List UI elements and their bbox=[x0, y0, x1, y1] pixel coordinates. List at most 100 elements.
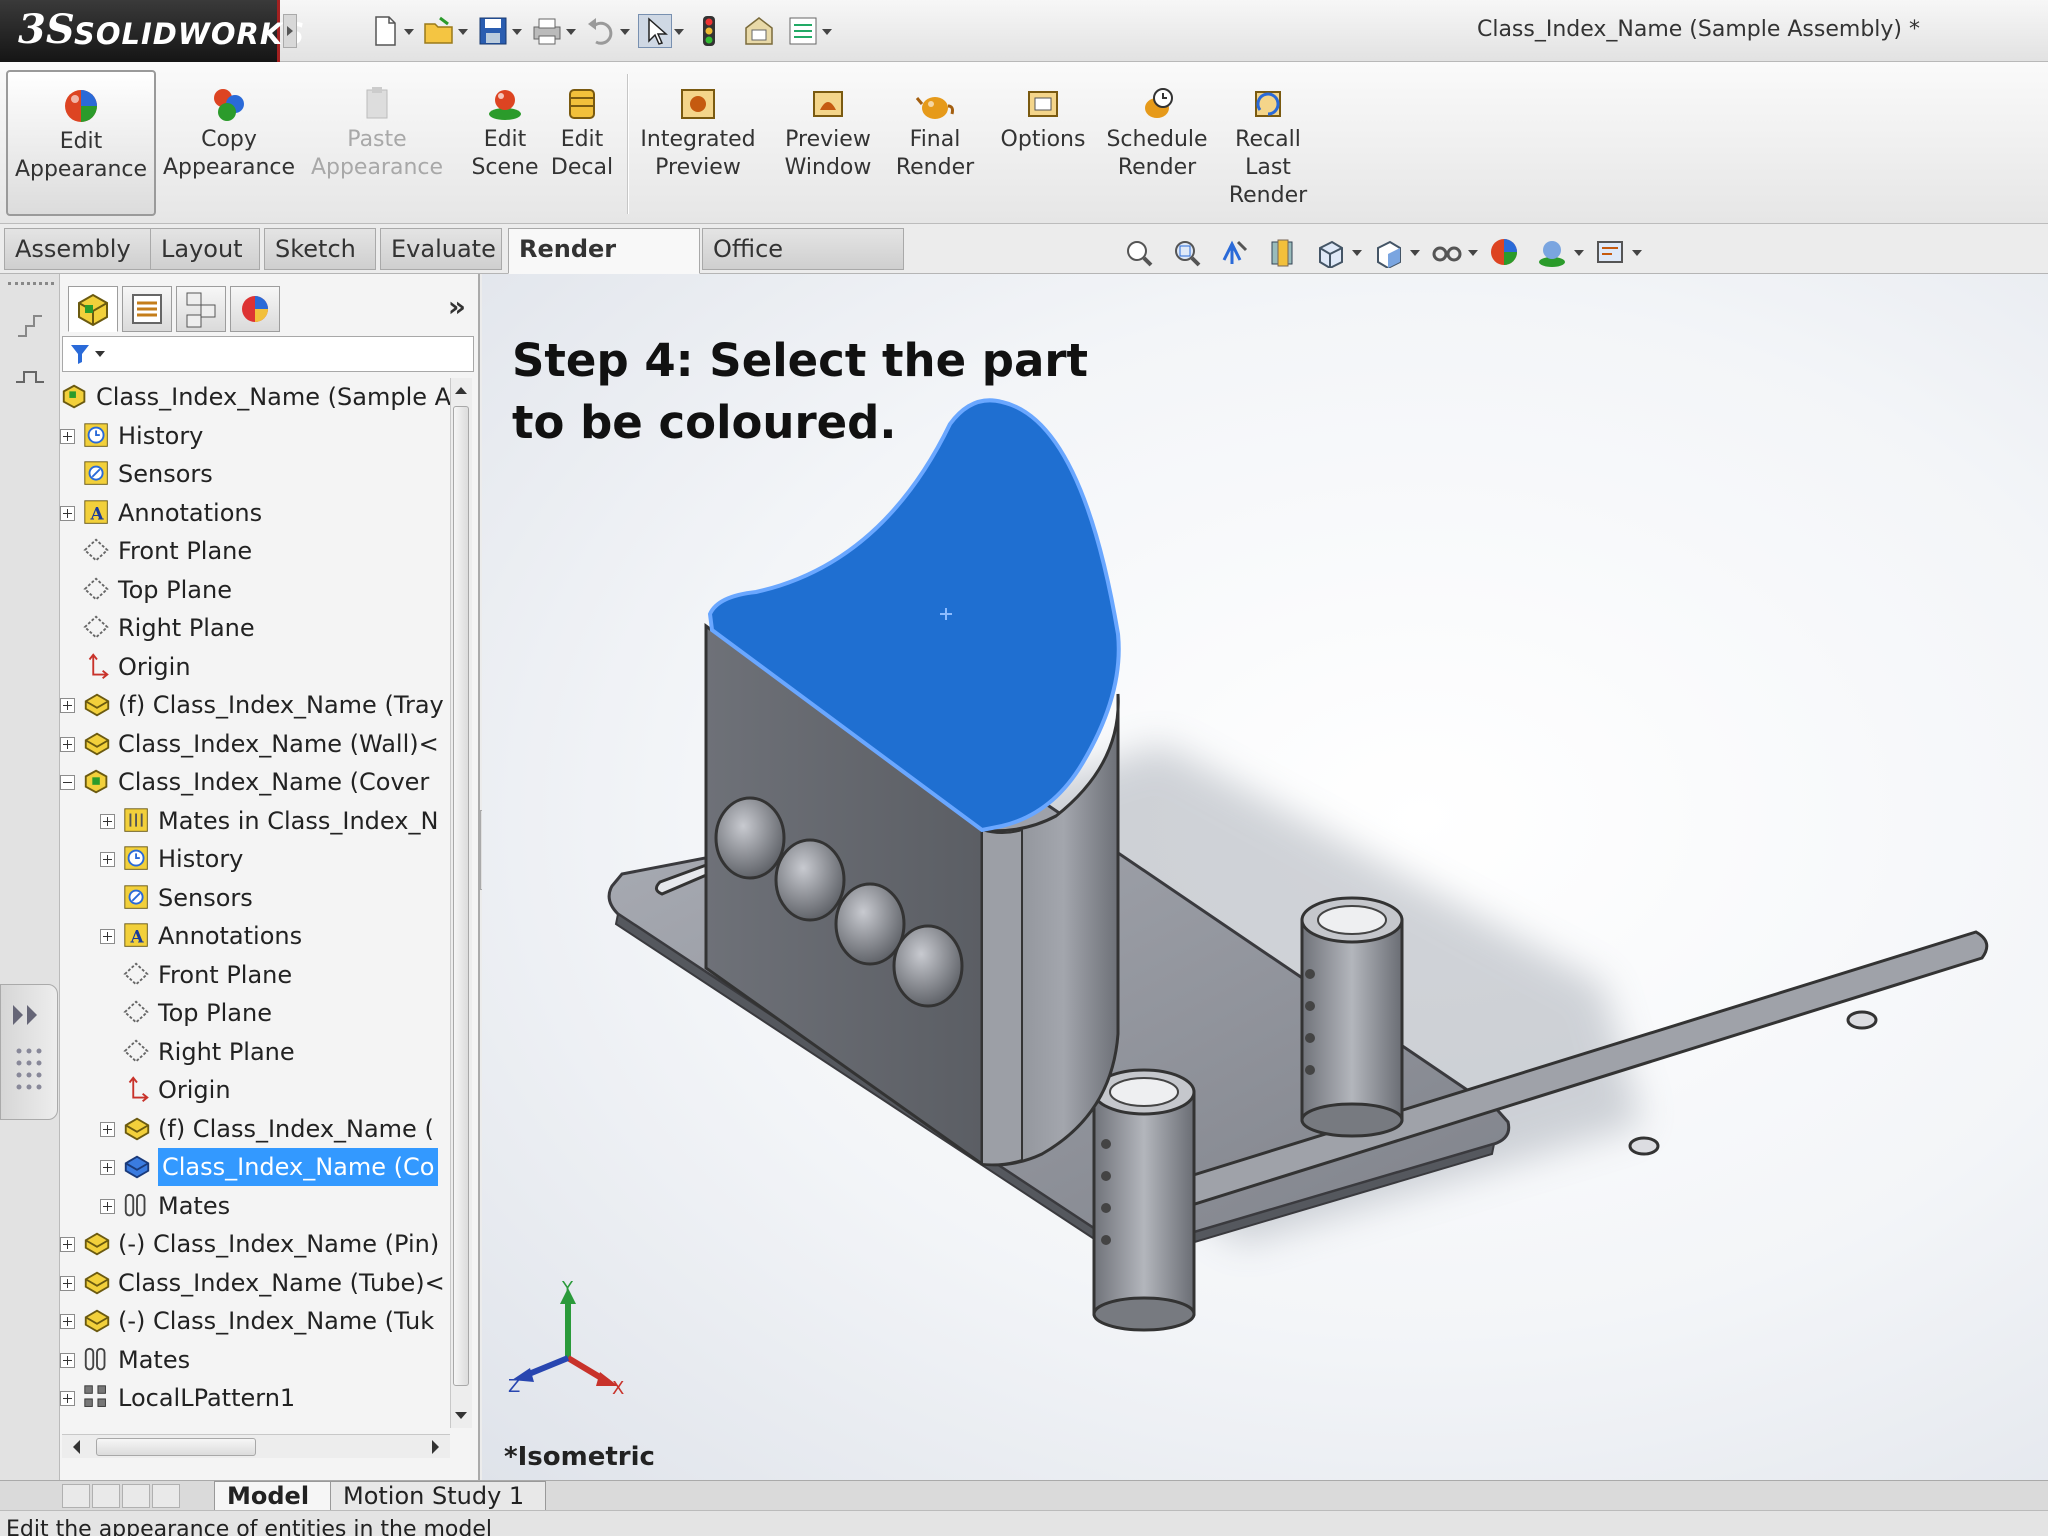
expand-icon[interactable] bbox=[60, 737, 75, 752]
tab-layout[interactable]: Layout bbox=[150, 228, 260, 270]
expand-icon[interactable] bbox=[60, 1237, 75, 1252]
edit-appearance-icon[interactable] bbox=[1488, 236, 1520, 268]
apply-scene-icon[interactable] bbox=[1536, 236, 1568, 268]
section-view-icon[interactable] bbox=[1266, 236, 1298, 268]
first-tab-icon[interactable] bbox=[62, 1484, 90, 1508]
expand-icon[interactable] bbox=[60, 429, 75, 444]
tree-item[interactable]: Top Plane bbox=[60, 571, 458, 609]
tab-assembly[interactable]: Assembly bbox=[4, 228, 154, 270]
bottom-tab-model[interactable]: Model bbox=[214, 1481, 334, 1511]
expand-icon[interactable] bbox=[60, 1353, 75, 1368]
print-icon[interactable] bbox=[530, 14, 564, 48]
zoom-to-fit-icon[interactable] bbox=[1122, 236, 1154, 268]
integrated-preview-button[interactable]: Integrated Preview bbox=[636, 70, 760, 182]
tree-filter-bar[interactable] bbox=[62, 336, 474, 372]
save-icon[interactable] bbox=[476, 14, 510, 48]
expand-icon[interactable] bbox=[100, 929, 115, 944]
tree-item[interactable]: (-) Class_Index_Name (Pin) bbox=[60, 1225, 458, 1263]
edit-appearance-button[interactable]: Edit Appearance bbox=[6, 70, 156, 216]
view-settings-dropdown[interactable] bbox=[1630, 235, 1644, 269]
tree-item[interactable]: LocalLPattern1 bbox=[60, 1379, 458, 1414]
tree-item[interactable]: Sensors bbox=[60, 879, 458, 917]
final-render-button[interactable]: Final Render bbox=[888, 70, 982, 182]
edit-decal-button[interactable]: Edit Decal bbox=[546, 70, 618, 182]
expand-icon[interactable] bbox=[60, 698, 75, 713]
options-dropdown[interactable] bbox=[820, 14, 832, 48]
next-tab-icon[interactable] bbox=[122, 1484, 150, 1508]
panel-grip[interactable] bbox=[8, 282, 54, 286]
scroll-right-icon[interactable] bbox=[426, 1436, 446, 1458]
undo-icon[interactable] bbox=[584, 14, 618, 48]
tree-item[interactable]: Front Plane bbox=[60, 532, 458, 570]
tab-evaluate[interactable]: Evaluate bbox=[380, 228, 502, 270]
view-settings-icon[interactable] bbox=[1594, 236, 1626, 268]
view-orientation-icon[interactable] bbox=[1314, 236, 1346, 270]
open-dropdown[interactable] bbox=[456, 14, 468, 48]
expand-icon[interactable] bbox=[60, 1391, 75, 1406]
tab-office-products[interactable]: Office Products bbox=[702, 228, 904, 303]
save-dropdown[interactable] bbox=[510, 14, 522, 48]
tree-item[interactable]: Class_Index_Name (Tube)< bbox=[60, 1264, 458, 1302]
schedule-render-button[interactable]: Schedule Render bbox=[1098, 70, 1216, 182]
expand-icon[interactable] bbox=[100, 1122, 115, 1137]
expand-icon[interactable] bbox=[60, 506, 75, 521]
graphics-viewport[interactable]: Y X Z Step 4: Select the part to be colo… bbox=[482, 274, 2048, 1480]
vertical-scroll-thumb[interactable] bbox=[453, 406, 469, 1386]
tree-item[interactable]: Mates in Class_Index_N bbox=[60, 802, 458, 840]
tree-item[interactable]: History bbox=[60, 417, 458, 455]
expand-icon[interactable] bbox=[60, 1276, 75, 1291]
edit-scene-button[interactable]: Edit Scene bbox=[470, 70, 540, 182]
paste-appearance-button[interactable]: Paste Appearance bbox=[310, 70, 444, 182]
assembly-model[interactable]: Y X Z bbox=[482, 274, 2048, 1480]
select-arrow-icon[interactable] bbox=[638, 14, 672, 48]
configurationmanager-icon[interactable] bbox=[176, 286, 226, 332]
panel-more-chevron-icon[interactable]: » bbox=[448, 290, 466, 323]
recall-last-render-button[interactable]: Recall Last Render bbox=[1222, 70, 1314, 210]
tree-horizontal-scrollbar[interactable] bbox=[62, 1434, 450, 1458]
rebuild-traffic-light-icon[interactable] bbox=[692, 14, 726, 48]
undo-dropdown[interactable] bbox=[618, 14, 630, 48]
options-button[interactable]: Options bbox=[990, 70, 1096, 154]
tree-item[interactable]: (f) Class_Index_Name (Tray bbox=[60, 686, 458, 724]
tree-item-selected[interactable]: Class_Index_Name (Co bbox=[60, 1148, 458, 1186]
tree-item[interactable]: Front Plane bbox=[60, 956, 458, 994]
tree-item[interactable]: (-) Class_Index_Name (Tuk bbox=[60, 1302, 458, 1340]
tab-sketch[interactable]: Sketch bbox=[264, 228, 376, 270]
options-list-icon[interactable] bbox=[786, 14, 820, 48]
tree-item[interactable]: Class_Index_Name (Wall)< bbox=[60, 725, 458, 763]
expand-icon[interactable] bbox=[100, 1160, 115, 1175]
menu-expand-arrow[interactable] bbox=[283, 14, 297, 48]
collapse-panel-tab[interactable] bbox=[0, 984, 58, 1120]
tree-item[interactable]: Origin bbox=[60, 1071, 458, 1109]
tree-item[interactable]: Mates bbox=[60, 1341, 458, 1379]
displaymanager-icon[interactable] bbox=[230, 286, 280, 332]
filter-funnel-icon[interactable] bbox=[63, 337, 113, 371]
new-dropdown[interactable] bbox=[402, 14, 414, 48]
select-dropdown[interactable] bbox=[672, 14, 684, 48]
tree-item[interactable]: Right Plane bbox=[60, 1033, 458, 1071]
tree-item[interactable]: Mates bbox=[60, 1187, 458, 1225]
tree-item[interactable]: Class_Index_Name (Sample As bbox=[60, 378, 458, 416]
display-style-dropdown[interactable] bbox=[1408, 235, 1422, 269]
propertymanager-icon[interactable] bbox=[122, 286, 172, 332]
horizontal-scroll-thumb[interactable] bbox=[96, 1438, 256, 1456]
new-document-icon[interactable] bbox=[368, 14, 402, 48]
tree-item[interactable]: Origin bbox=[60, 648, 458, 686]
copy-appearance-button[interactable]: Copy Appearance bbox=[162, 70, 296, 182]
scroll-left-icon[interactable] bbox=[66, 1436, 86, 1458]
expand-icon[interactable] bbox=[60, 1314, 75, 1329]
tree-item[interactable]: Top Plane bbox=[60, 994, 458, 1032]
flyout-tree-icon[interactable] bbox=[14, 310, 46, 342]
last-tab-icon[interactable] bbox=[152, 1484, 180, 1508]
hide-show-items-dropdown[interactable] bbox=[1466, 235, 1480, 269]
expand-icon[interactable] bbox=[100, 814, 115, 829]
open-folder-icon[interactable] bbox=[422, 14, 456, 48]
sketch-line-icon[interactable] bbox=[14, 360, 46, 392]
expand-icon[interactable] bbox=[100, 852, 115, 867]
solidworks-logo[interactable]: 3S SOLIDWORKS bbox=[0, 0, 304, 62]
prev-tab-icon[interactable] bbox=[92, 1484, 120, 1508]
collapse-icon[interactable] bbox=[60, 775, 75, 790]
tree-item[interactable]: Sensors bbox=[60, 455, 458, 493]
bottom-tab-motion-study-1[interactable]: Motion Study 1 bbox=[330, 1481, 546, 1511]
preview-window-button[interactable]: Preview Window bbox=[776, 70, 880, 182]
